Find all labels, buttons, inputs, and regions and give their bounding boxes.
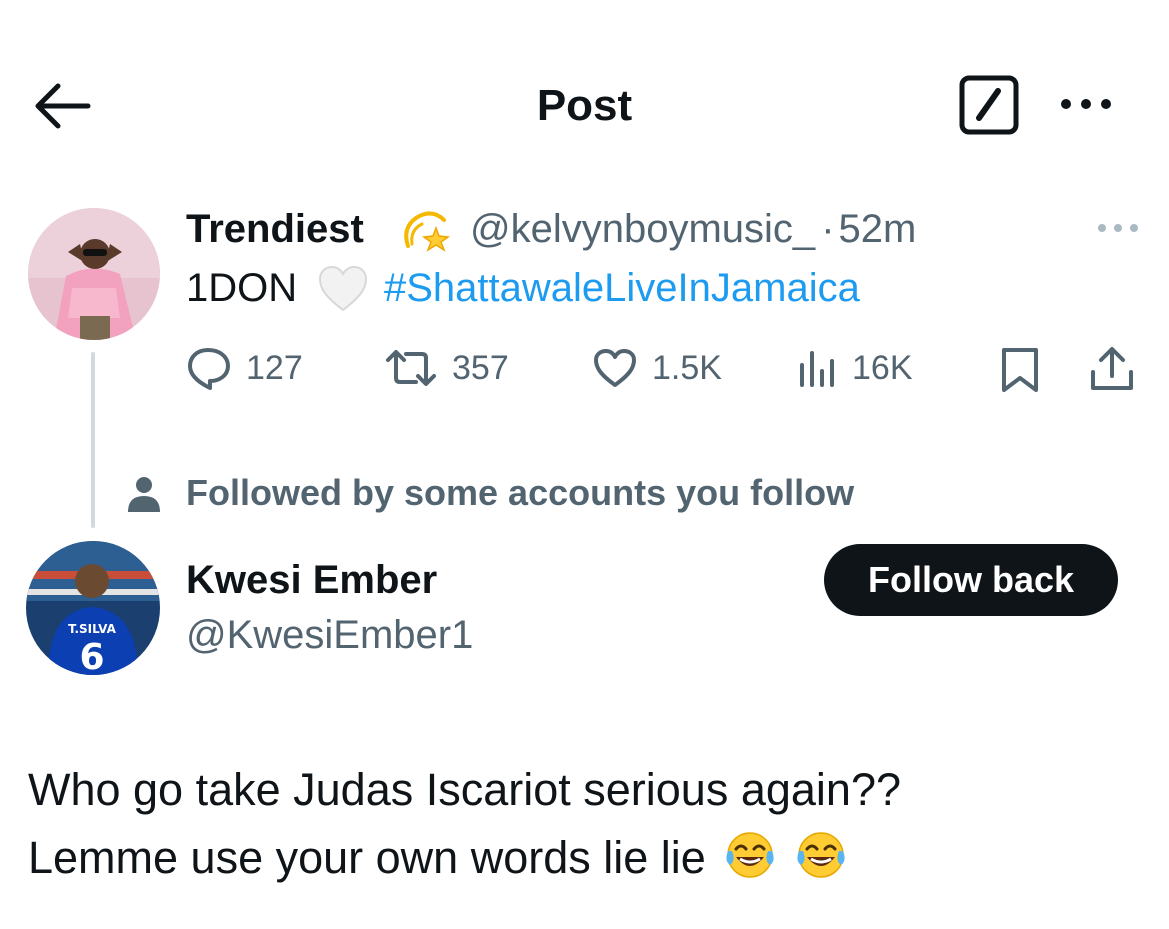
dizzy-icon xyxy=(398,200,454,256)
avatar[interactable]: T.SILVA 6 xyxy=(26,541,160,675)
analytics-icon xyxy=(800,351,834,387)
like-count: 1.5K xyxy=(652,348,722,387)
followed-by-context: Followed by some accounts you follow xyxy=(186,472,855,513)
jersey-name: T.SILVA xyxy=(68,622,116,636)
repost-count: 357 xyxy=(452,348,509,387)
tweet-more-button[interactable] xyxy=(1094,214,1142,242)
handle-text: @kelvynboymusic_ xyxy=(470,207,816,251)
separator: · xyxy=(821,207,835,251)
compose-button[interactable] xyxy=(958,74,1020,136)
more-horizontal-icon xyxy=(1098,224,1138,232)
hashtag-link[interactable]: #ShattawaleLiveInJamaica xyxy=(384,263,860,313)
repost-button[interactable]: 357 xyxy=(384,342,509,394)
reply-text: Who go take Judas Iscariot serious again… xyxy=(28,756,1138,892)
tweet-author-name[interactable]: Trendiest xyxy=(186,204,364,254)
thread-connector xyxy=(91,352,95,528)
laughing-tears-icon xyxy=(795,829,847,881)
views-button[interactable]: 16K xyxy=(796,342,913,394)
user-display-name[interactable]: Kwesi Ember xyxy=(186,555,437,605)
bookmark-icon xyxy=(1002,348,1038,392)
heart-outline-icon xyxy=(594,349,636,387)
follow-back-button[interactable]: Follow back xyxy=(824,544,1118,616)
reply-button[interactable]: 127 xyxy=(186,342,303,394)
more-horizontal-icon xyxy=(1061,99,1111,109)
reply-line-2: Lemme use your own words lie lie xyxy=(28,824,1138,892)
avatar[interactable] xyxy=(28,208,160,340)
more-options-button[interactable] xyxy=(1056,88,1116,120)
comment-icon xyxy=(188,348,230,390)
user-handle[interactable]: @KwesiEmber1 xyxy=(186,610,473,660)
tweet-text: 1DON xyxy=(186,266,298,310)
reply-count: 127 xyxy=(246,348,303,387)
repost-icon xyxy=(386,350,436,386)
timestamp[interactable]: 52m xyxy=(839,207,917,251)
jersey-number: 6 xyxy=(79,637,104,675)
like-button[interactable]: 1.5K xyxy=(592,342,722,394)
share-button[interactable] xyxy=(1088,344,1136,394)
compose-icon xyxy=(959,75,1019,135)
share-icon xyxy=(1091,347,1133,390)
reply-line-1: Who go take Judas Iscariot serious again… xyxy=(28,764,901,815)
white-heart-icon xyxy=(316,263,370,315)
views-count: 16K xyxy=(852,348,913,387)
person-icon xyxy=(126,474,162,514)
profile-photo: T.SILVA 6 xyxy=(26,541,160,675)
laughing-tears-icon xyxy=(724,829,776,881)
reply-line-2-text: Lemme use your own words lie lie xyxy=(28,832,706,883)
tweet-author-handle[interactable]: @kelvynboymusic_ · 52m xyxy=(470,204,916,254)
bookmark-button[interactable] xyxy=(998,346,1042,394)
profile-photo xyxy=(28,208,160,340)
